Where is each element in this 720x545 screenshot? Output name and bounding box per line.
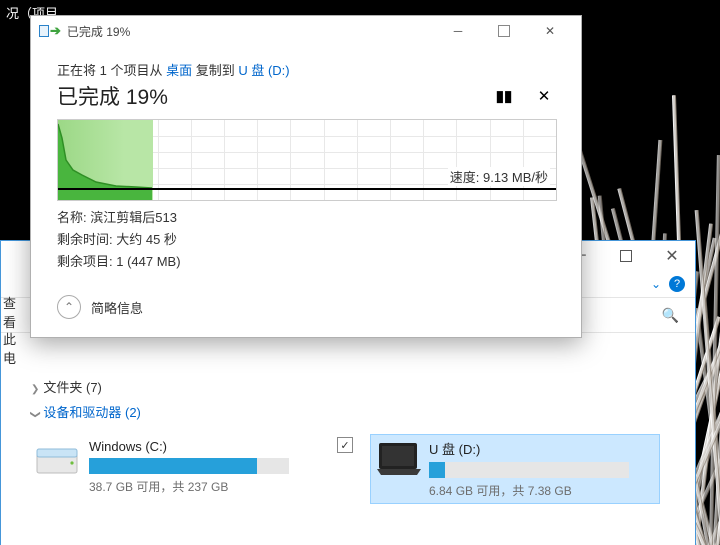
- transfer-speed-graph: for(let i=1;i<15;i++)document.write(`<di…: [57, 119, 557, 201]
- drive-c[interactable]: Windows (C:) 38.7 GB 可用，共 237 GB: [31, 435, 319, 503]
- ribbon-collapse-icon[interactable]: ⌄: [651, 277, 661, 291]
- drive-d-checkbox[interactable]: ✓: [337, 437, 353, 453]
- search-icon[interactable]: 🔍: [662, 307, 679, 324]
- dialog-maximize-button[interactable]: [481, 16, 527, 46]
- detail-time-row: 剩余时间: 大约 45 秒: [57, 229, 555, 251]
- drive-c-usage-text: 38.7 GB 可用，共 237 GB: [89, 478, 315, 495]
- drives-group-label: 设备和驱动器 (2): [43, 405, 141, 420]
- drive-c-usage-bar: [89, 458, 289, 474]
- copy-description-line: 正在将 1 个项目从 桌面 复制到 U 盘 (D:): [57, 60, 555, 79]
- dialog-minimize-button[interactable]: ─: [435, 16, 481, 46]
- detail-remaining-row: 剩余项目: 1 (447 MB): [57, 251, 555, 273]
- fewer-details-button[interactable]: ⌃ 简略信息: [57, 295, 555, 319]
- destination-link[interactable]: U 盘 (D:): [238, 63, 289, 78]
- cancel-button[interactable]: ✕: [533, 85, 555, 107]
- tablet-drive-icon: [375, 439, 419, 479]
- dialog-close-button[interactable]: ✕: [527, 16, 573, 46]
- folders-group-label: 文件夹 (7): [43, 380, 102, 395]
- drive-c-label: Windows (C:): [89, 439, 315, 454]
- drives-group-header[interactable]: ❯设备和驱动器 (2): [31, 402, 677, 421]
- speed-label: 速度: 9.13 MB/秒: [448, 167, 550, 186]
- dialog-title-text: 已完成 19%: [67, 23, 130, 40]
- sidebar-item-view[interactable]: 查看: [1, 293, 25, 315]
- drive-d[interactable]: U 盘 (D:) 6.84 GB 可用，共 7.38 GB: [371, 435, 659, 503]
- hdd-icon: [35, 439, 79, 479]
- copy-progress-dialog: ➔ 已完成 19% ─ ✕ 正在将 1 个项目从 桌面 复制到 U 盘 (D:)…: [30, 15, 582, 338]
- source-link[interactable]: 桌面: [166, 63, 192, 78]
- help-icon[interactable]: ?: [669, 276, 685, 292]
- copy-operation-icon: ➔: [39, 23, 61, 39]
- chevron-right-icon: ❯: [31, 384, 39, 395]
- explorer-close-button[interactable]: ✕: [649, 241, 695, 271]
- drive-d-label: U 盘 (D:): [429, 439, 655, 458]
- drive-d-usage-text: 6.84 GB 可用，共 7.38 GB: [429, 482, 655, 499]
- chevron-down-icon: ❯: [30, 410, 41, 418]
- sidebar-item-thispc[interactable]: 此电: [1, 329, 25, 351]
- fewer-details-label: 简略信息: [91, 298, 143, 317]
- progress-headline: 已完成 19%: [57, 81, 168, 111]
- detail-name-row: 名称: 滨江剪辑后513: [57, 207, 555, 229]
- explorer-sidebar-fragment: 查看 此电: [1, 285, 25, 351]
- explorer-maximize-button[interactable]: [603, 241, 649, 271]
- chevron-up-icon: ⌃: [57, 295, 81, 319]
- folders-group-header[interactable]: ❯ 文件夹 (7): [31, 377, 677, 396]
- pause-button[interactable]: ▮▮: [493, 85, 515, 107]
- drive-d-usage-bar: [429, 462, 629, 478]
